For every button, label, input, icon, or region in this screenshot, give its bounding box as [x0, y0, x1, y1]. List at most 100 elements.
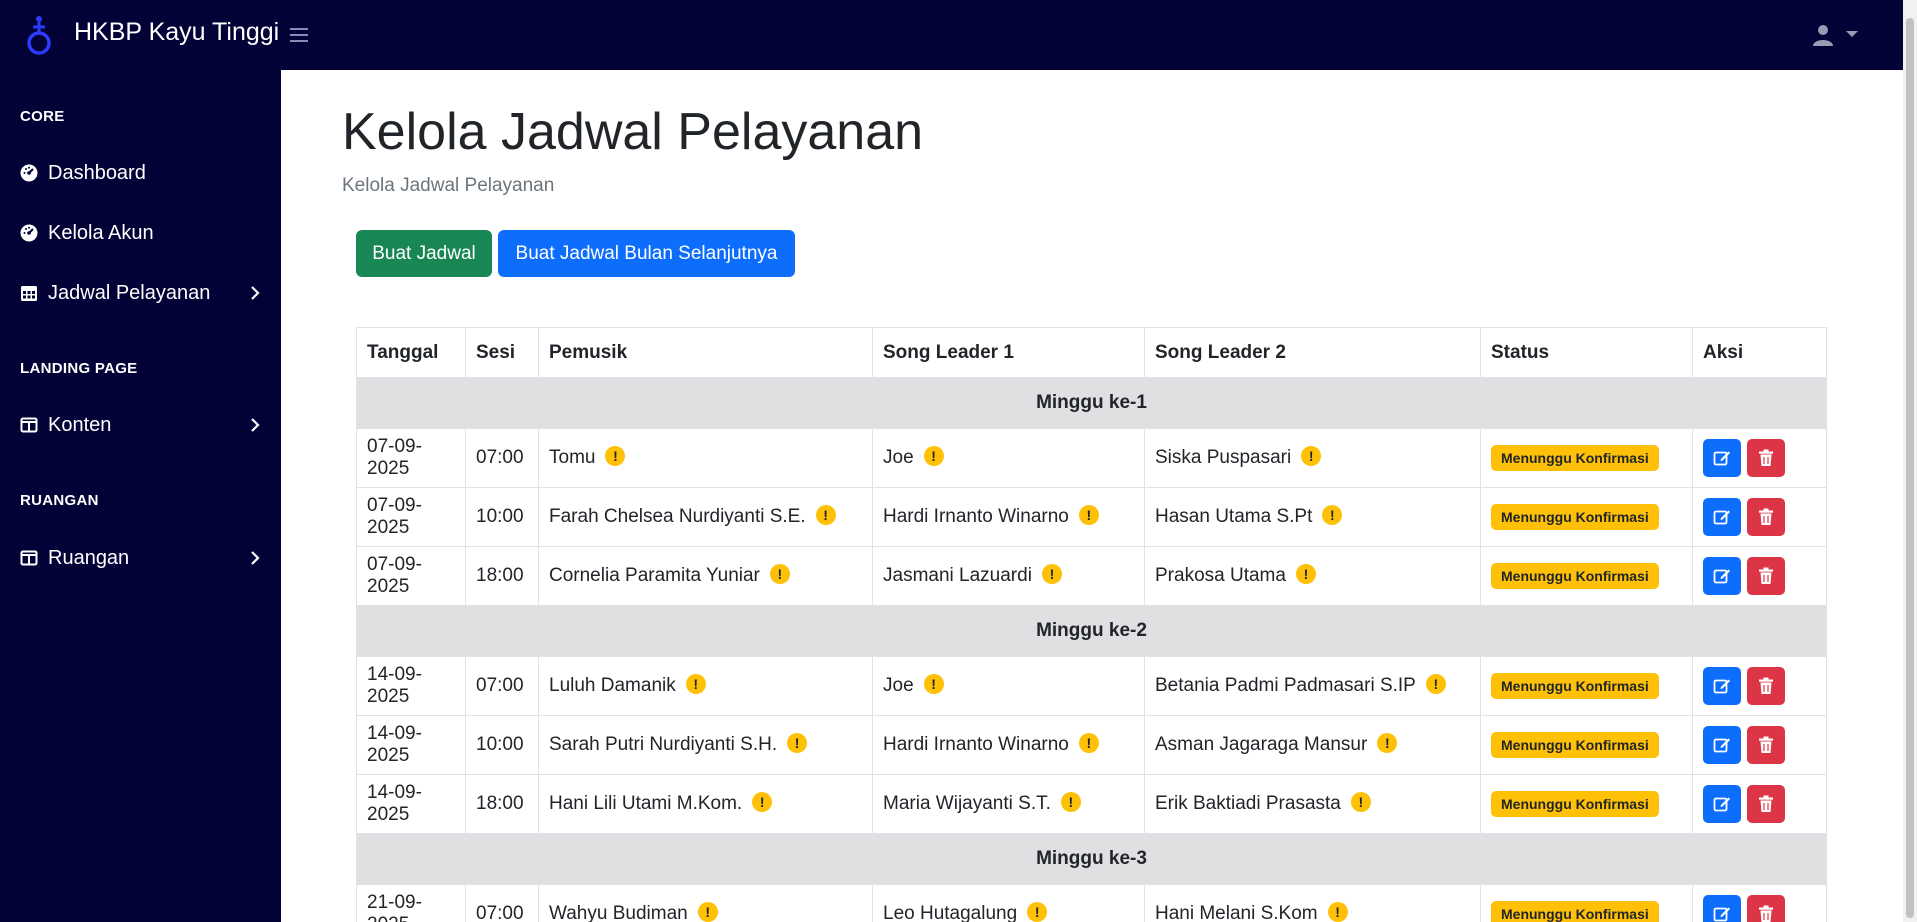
exclamation-circle-icon[interactable]: !: [1301, 445, 1322, 466]
exclamation-circle-icon[interactable]: !: [1060, 791, 1081, 812]
person-name: Sarah Putri Nurdiyanti S.H.: [549, 734, 778, 755]
person-name: Prakosa Utama: [1155, 565, 1286, 586]
delete-button[interactable]: [1747, 557, 1785, 595]
edit-button[interactable]: [1703, 785, 1741, 823]
exclamation-circle-icon[interactable]: !: [1327, 901, 1348, 922]
week-group-row: Minggu ke-2: [356, 605, 1827, 657]
sidebar-item-jadwal-pelayanan[interactable]: Jadwal Pelayanan: [0, 270, 281, 316]
schedule-table: Tanggal Sesi Pemusik Song Leader 1 Song …: [356, 327, 1827, 922]
exclamation-circle-icon[interactable]: !: [1027, 901, 1048, 922]
cell-song-leader-2: Erik Baktiadi Prasasta!: [1144, 774, 1481, 834]
cell-song-leader-2: Asman Jagaraga Mansur!: [1144, 715, 1481, 775]
exclamation-circle-icon[interactable]: !: [1041, 563, 1062, 584]
create-next-month-schedule-button[interactable]: Buat Jadwal Bulan Selanjutnya: [498, 230, 795, 277]
cell-status: Menunggu Konfirmasi: [1480, 656, 1693, 716]
user-menu-button[interactable]: [1812, 22, 1862, 48]
table-row: 14-09-2025 18:00 Hani Lili Utami M.Kom.! Ma…: [356, 774, 1827, 834]
hamburger-icon[interactable]: [290, 24, 308, 46]
trash-icon: [1759, 795, 1773, 812]
exclamation-circle-icon[interactable]: !: [1350, 791, 1371, 812]
column-header-pemusik[interactable]: Pemusik: [538, 327, 873, 378]
cell-song-leader-1: Maria Wijayanti S.T.!: [872, 774, 1145, 834]
cell-song-leader-2: Betania Padmi Padmasari S.IP!: [1144, 656, 1481, 716]
person-name: Asman Jagaraga Mansur: [1155, 734, 1368, 755]
exclamation-circle-icon[interactable]: !: [697, 901, 718, 922]
column-header-aksi: Aksi: [1692, 327, 1827, 378]
church-logo-icon[interactable]: [24, 14, 54, 56]
person-name: Hani Melani S.Kom: [1155, 903, 1318, 922]
cell-sesi: 18:00: [465, 774, 539, 834]
delete-button[interactable]: [1747, 498, 1785, 536]
exclamation-circle-icon[interactable]: !: [685, 673, 706, 694]
exclamation-circle-icon[interactable]: !: [752, 791, 773, 812]
exclamation-circle-icon[interactable]: !: [787, 732, 808, 753]
cell-song-leader-1: Hardi Irnanto Winarno!: [872, 487, 1145, 547]
sidebar: CORE Dashboard Kelola Akun Jadwal Pelaya…: [0, 70, 281, 922]
week-group-row: Minggu ke-3: [356, 833, 1827, 885]
main-content: Kelola Jadwal Pelayanan Kelola Jadwal Pe…: [281, 70, 1903, 922]
page-title: Kelola Jadwal Pelayanan: [342, 103, 924, 161]
person-name: Siska Puspasari: [1155, 447, 1292, 468]
delete-button[interactable]: [1747, 439, 1785, 477]
cell-aksi: [1692, 774, 1827, 834]
edit-button[interactable]: [1703, 498, 1741, 536]
person-name: Hardi Irnanto Winarno: [883, 734, 1069, 755]
exclamation-circle-icon[interactable]: !: [1425, 673, 1446, 694]
sidebar-item-dashboard[interactable]: Dashboard: [0, 150, 281, 196]
column-header-song-leader-2[interactable]: Song Leader 2: [1144, 327, 1481, 378]
create-schedule-button[interactable]: Buat Jadwal: [356, 230, 492, 277]
cell-status: Menunggu Konfirmasi: [1480, 884, 1693, 922]
exclamation-circle-icon[interactable]: !: [1078, 504, 1099, 525]
status-badge: Menunggu Konfirmasi: [1491, 732, 1659, 758]
person-name: Farah Chelsea Nurdiyanti S.E.: [549, 506, 806, 527]
exclamation-circle-icon[interactable]: !: [1377, 732, 1398, 753]
sidebar-item-label: Jadwal Pelayanan: [48, 282, 211, 304]
cell-sesi: 07:00: [465, 428, 539, 488]
column-header-status[interactable]: Status: [1480, 327, 1693, 378]
week-group-label: Minggu ke-2: [356, 605, 1827, 657]
exclamation-circle-icon[interactable]: !: [1322, 504, 1343, 525]
sidebar-item-konten[interactable]: Konten: [0, 402, 281, 448]
scrollbar-thumb[interactable]: [1906, 18, 1914, 918]
person-name: Cornelia Paramita Yuniar: [549, 565, 760, 586]
cell-status: Menunggu Konfirmasi: [1480, 487, 1693, 547]
person-name: Hani Lili Utami M.Kom.: [549, 793, 743, 814]
exclamation-circle-icon[interactable]: !: [815, 504, 836, 525]
person-name: Tomu: [549, 447, 596, 468]
delete-button[interactable]: [1747, 895, 1785, 922]
exclamation-circle-icon[interactable]: !: [923, 445, 944, 466]
brand-title[interactable]: HKBP Kayu Tinggi: [74, 18, 279, 47]
exclamation-circle-icon[interactable]: !: [1078, 732, 1099, 753]
cell-aksi: [1692, 428, 1827, 488]
exclamation-circle-icon[interactable]: !: [769, 563, 790, 584]
column-header-sesi[interactable]: Sesi: [465, 327, 539, 378]
column-header-tanggal[interactable]: Tanggal: [356, 327, 466, 378]
sidebar-item-kelola-akun[interactable]: Kelola Akun: [0, 210, 281, 256]
cell-pemusik: Tomu!: [538, 428, 873, 488]
user-icon: [1813, 25, 1833, 46]
cell-pemusik: Cornelia Paramita Yuniar!: [538, 546, 873, 606]
exclamation-circle-icon[interactable]: !: [605, 445, 626, 466]
week-group-label: Minggu ke-3: [356, 833, 1827, 885]
edit-button[interactable]: [1703, 895, 1741, 922]
person-name: Maria Wijayanti S.T.: [883, 793, 1051, 814]
sidebar-item-ruangan[interactable]: Ruangan: [0, 535, 281, 581]
cell-status: Menunggu Konfirmasi: [1480, 715, 1693, 775]
person-name: Luluh Damanik: [549, 675, 676, 696]
edit-button[interactable]: [1703, 726, 1741, 764]
vertical-scrollbar[interactable]: [1903, 0, 1917, 922]
delete-button[interactable]: [1747, 667, 1785, 705]
columns-icon: [20, 550, 38, 566]
calendar-icon: [21, 286, 37, 301]
delete-button[interactable]: [1747, 726, 1785, 764]
cell-tanggal: 21-09-2025: [356, 884, 466, 922]
delete-button[interactable]: [1747, 785, 1785, 823]
edit-button[interactable]: [1703, 439, 1741, 477]
edit-button[interactable]: [1703, 557, 1741, 595]
person-name: Erik Baktiadi Prasasta: [1155, 793, 1341, 814]
column-header-song-leader-1[interactable]: Song Leader 1: [872, 327, 1145, 378]
exclamation-circle-icon[interactable]: !: [923, 673, 944, 694]
exclamation-circle-icon[interactable]: !: [1295, 563, 1316, 584]
cell-sesi: 10:00: [465, 715, 539, 775]
edit-button[interactable]: [1703, 667, 1741, 705]
